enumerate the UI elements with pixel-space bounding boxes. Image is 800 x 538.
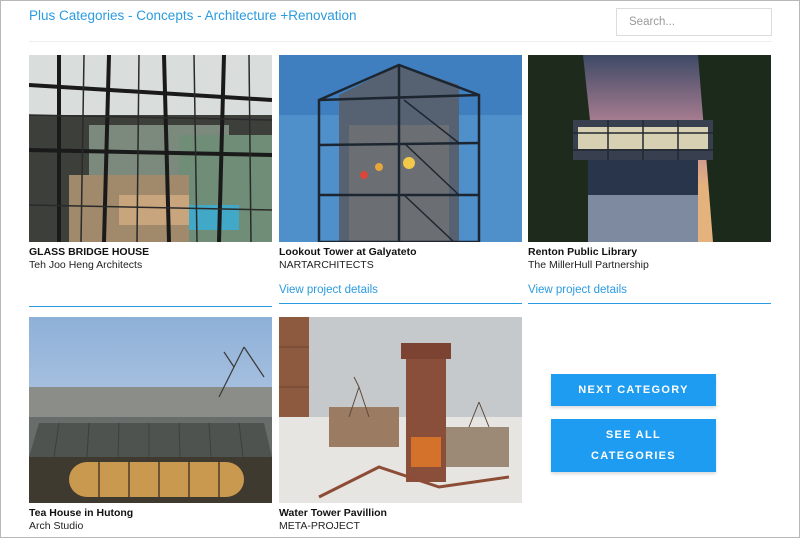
project-title[interactable]: Water Tower Pavillion xyxy=(279,507,522,520)
see-all-categories-button[interactable]: SEE ALL CATEGORIES xyxy=(551,419,716,472)
project-card-glass-bridge-house: GLASS BRIDGE HOUSE Teh Joo Heng Architec… xyxy=(29,55,272,307)
project-image[interactable] xyxy=(279,55,522,242)
project-firm: Arch Studio xyxy=(29,520,84,532)
view-project-details-link[interactable]: View project details xyxy=(279,283,522,303)
project-firm: Teh Joo Heng Architects xyxy=(29,259,143,271)
card-divider xyxy=(279,303,522,304)
project-title[interactable]: Lookout Tower at Galyateto xyxy=(279,246,522,259)
project-firm: NARTARCHITECTS xyxy=(279,259,374,271)
project-image[interactable] xyxy=(29,55,272,242)
project-title[interactable]: Tea House in Hutong xyxy=(29,507,272,520)
project-firm: The MillerHull Partnership xyxy=(528,259,649,271)
page-title: Plus Categories - Concepts - Architectur… xyxy=(29,8,357,23)
project-card-water-tower-pavillion: Water Tower Pavillion META-PROJECT xyxy=(279,317,522,533)
project-image[interactable] xyxy=(279,317,522,503)
search-input[interactable] xyxy=(616,8,772,36)
view-project-details-link[interactable]: View project details xyxy=(528,283,771,303)
project-title[interactable]: Renton Public Library xyxy=(528,246,771,259)
project-card-tea-house-in-hutong: Tea House in Hutong Arch Studio xyxy=(29,317,272,533)
project-card-renton-public-library: Renton Public Library The MillerHull Par… xyxy=(528,55,771,304)
card-divider xyxy=(528,303,771,304)
project-firm: META-PROJECT xyxy=(279,520,360,532)
project-image[interactable] xyxy=(528,55,771,242)
project-title[interactable]: GLASS BRIDGE HOUSE xyxy=(29,246,272,259)
project-image[interactable] xyxy=(29,317,272,503)
card-divider xyxy=(29,306,272,307)
header-divider xyxy=(29,41,772,42)
project-card-lookout-tower: Lookout Tower at Galyateto NARTARCHITECT… xyxy=(279,55,522,304)
next-category-button[interactable]: NEXT CATEGORY xyxy=(551,374,716,406)
